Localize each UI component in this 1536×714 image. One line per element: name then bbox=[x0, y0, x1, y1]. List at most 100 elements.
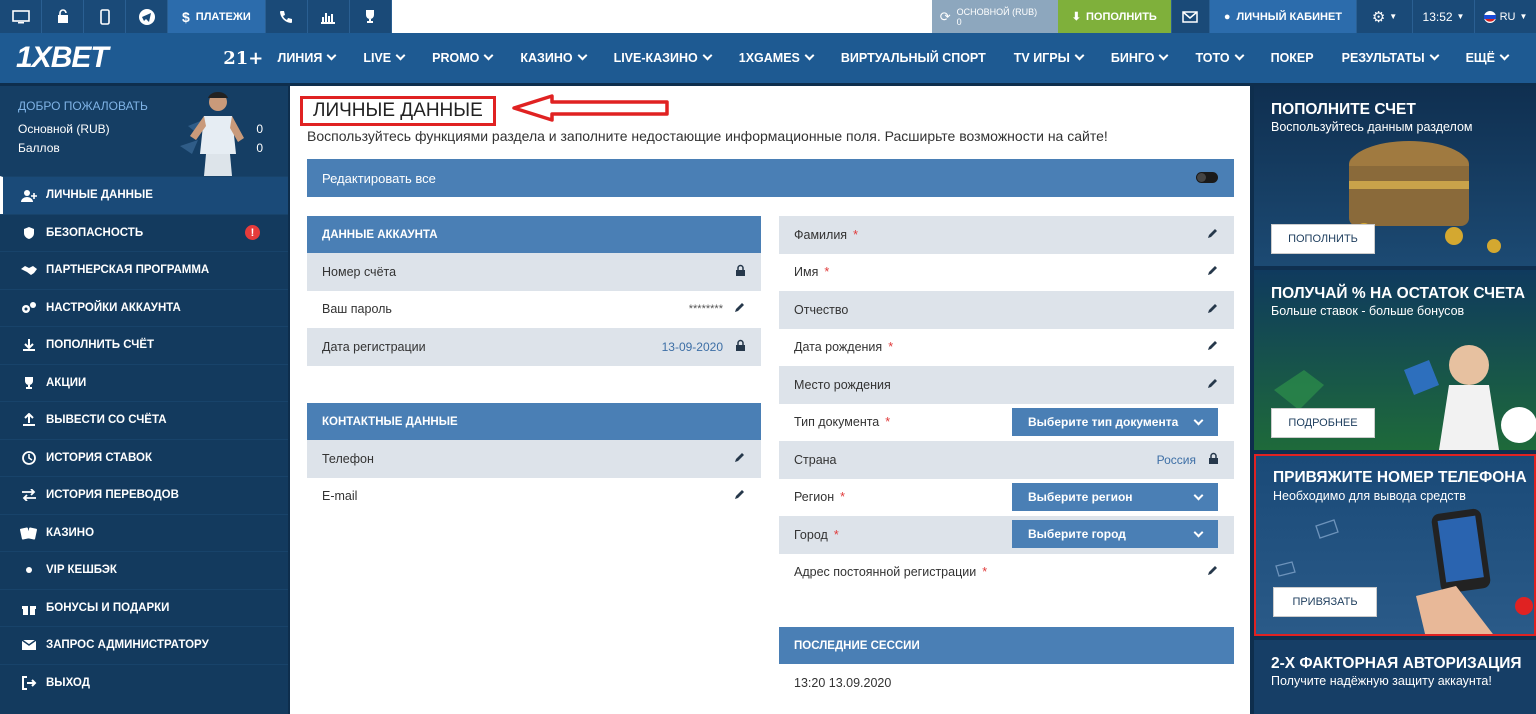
nav-item[interactable]: LIVE-КАЗИНО bbox=[614, 51, 711, 65]
cabinet-button[interactable]: ● ЛИЧНЫЙ КАБИНЕТ bbox=[1208, 0, 1356, 33]
doc-type-row: Тип документа * Выберите тип документа bbox=[779, 404, 1234, 442]
promo-subtitle: Необходимо для вывода средств bbox=[1273, 489, 1466, 503]
region-select[interactable]: Выберите регион bbox=[1012, 482, 1218, 511]
sidebar-item[interactable]: КАЗИНО bbox=[0, 513, 288, 552]
download-icon: ⬇ bbox=[1071, 11, 1081, 23]
time-display[interactable]: 13:52 ▼ bbox=[1412, 0, 1474, 33]
promo-subtitle: Получите надёжную защиту аккаунта! bbox=[1271, 674, 1492, 688]
bind-phone-button[interactable]: ПРИВЯЗАТЬ bbox=[1273, 587, 1377, 617]
sidebar-item[interactable]: БОНУСЫ И ПОДАРКИ bbox=[0, 588, 288, 627]
patronymic-row[interactable]: Отчество bbox=[779, 291, 1234, 329]
nav-item[interactable]: РЕЗУЛЬТАТЫ bbox=[1342, 51, 1438, 65]
sidebar-item[interactable]: ЛИЧНЫЕ ДАННЫЕ bbox=[0, 176, 288, 214]
edit-all-toggle[interactable] bbox=[1196, 172, 1218, 183]
pencil-icon[interactable] bbox=[1206, 564, 1219, 580]
language-selector[interactable]: RU ▼ bbox=[1474, 0, 1536, 33]
phone-row[interactable]: Телефон bbox=[307, 440, 761, 478]
phone-icon[interactable] bbox=[266, 0, 308, 33]
balance-display[interactable]: ⟳ ОСНОВНОЙ (RUB) 0 bbox=[931, 0, 1058, 33]
sidebar-item[interactable]: ВЫВЕСТИ СО СЧЁТА bbox=[0, 401, 288, 439]
city-select[interactable]: Выберите город bbox=[1012, 520, 1218, 548]
session-row: 13:20 13.09.2020 bbox=[794, 675, 892, 690]
nav-item[interactable]: ЕЩЁ bbox=[1466, 51, 1508, 65]
mail-icon[interactable] bbox=[1170, 0, 1209, 33]
promo-2fa: 2-Х ФАКТОРНАЯ АВТОРИЗАЦИЯ Получите надёж… bbox=[1254, 640, 1536, 714]
nav-item[interactable]: ТОТО bbox=[1195, 51, 1242, 65]
trophy-top-icon[interactable] bbox=[350, 0, 392, 33]
topup-promo-button[interactable]: ПОПОЛНИТЬ bbox=[1271, 224, 1375, 254]
pencil-icon[interactable] bbox=[733, 488, 746, 504]
pencil-icon[interactable] bbox=[1206, 227, 1219, 243]
sessions-section: ПОСЛЕДНИЕ СЕССИИ 13:20 13.09.2020 bbox=[779, 627, 1234, 702]
payments-button[interactable]: $ ПЛАТЕЖИ bbox=[168, 0, 266, 33]
pencil-icon[interactable] bbox=[733, 301, 746, 317]
nav-item[interactable]: ВИРТУАЛЬНЫЙ СПОРТ bbox=[841, 51, 986, 65]
city-row: Город * Выберите город bbox=[779, 516, 1234, 554]
player-image bbox=[180, 91, 244, 176]
region-row: Регион * Выберите регион bbox=[779, 479, 1234, 517]
sidebar-item[interactable]: ИСТОРИЯ ПЕРЕВОДОВ bbox=[0, 476, 288, 514]
promo-title: ПОЛУЧАЙ % НА ОСТАТОК СЧЕТА bbox=[1271, 285, 1526, 302]
surname-row[interactable]: Фамилия * bbox=[779, 216, 1234, 254]
sidebar-item[interactable]: ВЫХОД bbox=[0, 663, 288, 702]
nav-items: ЛИНИЯ LIVE PROMO КАЗИНО LIVE-КАЗИНО 1XGAMES ВИ… bbox=[278, 51, 1536, 65]
email-row[interactable]: E-mail bbox=[307, 478, 761, 516]
topup-button[interactable]: ⬇ ПОПОЛНИТЬ bbox=[1057, 0, 1171, 33]
sidebar-item[interactable]: АКЦИИ bbox=[0, 363, 288, 402]
mail-icon bbox=[20, 639, 38, 651]
doc-type-select[interactable]: Выберите тип документа bbox=[1012, 407, 1218, 436]
details-promo-button[interactable]: ПОДРОБНЕЕ bbox=[1271, 408, 1375, 438]
top-bar-spacer bbox=[391, 0, 932, 33]
nav-item[interactable]: LIVE bbox=[363, 51, 404, 65]
lock-icon bbox=[1208, 452, 1219, 468]
required-mark: * bbox=[982, 565, 988, 580]
pencil-icon[interactable] bbox=[733, 451, 746, 467]
promo-phone: ПРИВЯЖИТЕ НОМЕР ТЕЛЕФОНА Необходимо для … bbox=[1254, 454, 1536, 636]
pencil-icon[interactable] bbox=[1206, 264, 1219, 280]
promo-interest: ПОЛУЧАЙ % НА ОСТАТОК СЧЕТА Больше ставок… bbox=[1254, 270, 1536, 450]
sidebar-item[interactable]: ЗАПРОС АДМИНИСТРАТОРУ bbox=[0, 626, 288, 664]
edit-all-bar[interactable]: Редактировать все bbox=[307, 159, 1234, 197]
settings-button[interactable]: ⚙ ▼ bbox=[1356, 0, 1412, 33]
sidebar-item[interactable]: БЕЗОПАСНОСТЬ! bbox=[0, 213, 288, 252]
refresh-icon[interactable]: ⟳ bbox=[940, 9, 951, 25]
required-mark: * bbox=[853, 227, 858, 242]
shield-icon bbox=[20, 226, 38, 240]
chevron-down-icon: ▼ bbox=[1519, 12, 1528, 21]
lock-icon bbox=[735, 339, 746, 355]
nav-item[interactable]: PROMO bbox=[432, 51, 492, 65]
sidebar-item[interactable]: ПОПОЛНИТЬ СЧЁТ bbox=[0, 326, 288, 364]
nav-item[interactable]: TV ИГРЫ bbox=[1014, 51, 1083, 65]
telegram-icon[interactable] bbox=[126, 0, 168, 33]
stats-icon[interactable] bbox=[308, 0, 350, 33]
sidebar-item-label: ВЫХОД bbox=[46, 676, 90, 689]
account-header: ДАННЫЕ АККАУНТА bbox=[307, 216, 761, 253]
sidebar-item-label: АКЦИИ bbox=[46, 376, 87, 389]
birth-date-row[interactable]: Дата рождения * bbox=[779, 329, 1234, 367]
sidebar-item[interactable]: VIP КЕШБЭК bbox=[0, 551, 288, 589]
nav-item[interactable]: КАЗИНО bbox=[520, 51, 585, 65]
address-row[interactable]: Адрес постоянной регистрации * bbox=[779, 554, 1234, 592]
pencil-icon[interactable] bbox=[1206, 302, 1219, 318]
password-row[interactable]: Ваш пароль ******** bbox=[307, 291, 761, 329]
logo[interactable]: 1XBET bbox=[16, 41, 197, 75]
sidebar-item-label: ВЫВЕСТИ СО СЧЁТА bbox=[46, 414, 167, 427]
alert-icon: ! bbox=[245, 225, 260, 241]
nav-item[interactable]: БИНГО bbox=[1111, 51, 1168, 65]
nav-item[interactable]: ПОКЕР bbox=[1271, 51, 1314, 65]
nav-item[interactable]: 1XGAMES bbox=[739, 51, 813, 65]
birth-place-row[interactable]: Место рождения bbox=[779, 366, 1234, 404]
nav-item[interactable]: ЛИНИЯ bbox=[278, 51, 336, 65]
name-row[interactable]: Имя * bbox=[779, 254, 1234, 292]
pencil-icon[interactable] bbox=[1206, 377, 1219, 393]
sidebar-item-label: ИСТОРИЯ СТАВОК bbox=[46, 451, 152, 464]
dollar-icon: $ bbox=[182, 8, 190, 25]
sidebar-item-label: ПАРТНЕРСКАЯ ПРОГРАММА bbox=[46, 264, 210, 277]
desktop-icon[interactable] bbox=[0, 0, 42, 33]
sidebar-item[interactable]: НАСТРОЙКИ АККАУНТА bbox=[0, 288, 288, 327]
sidebar-item[interactable]: ИСТОРИЯ СТАВОК bbox=[0, 438, 288, 477]
sidebar-item[interactable]: ПАРТНЕРСКАЯ ПРОГРАММА bbox=[0, 251, 288, 289]
pencil-icon[interactable] bbox=[1206, 339, 1219, 355]
lock-icon[interactable] bbox=[42, 0, 84, 33]
mobile-icon[interactable] bbox=[84, 0, 126, 33]
